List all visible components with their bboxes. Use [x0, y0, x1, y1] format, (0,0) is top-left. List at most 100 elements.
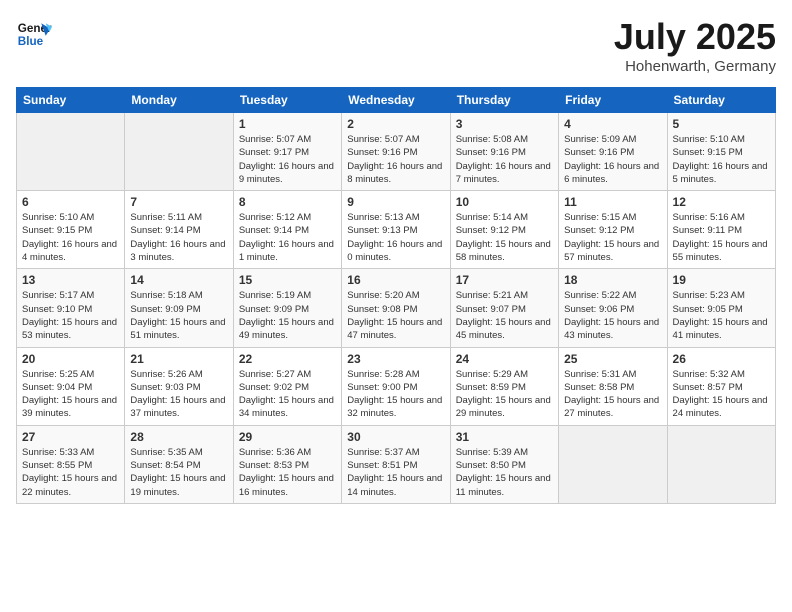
day-info: Sunrise: 5:10 AM Sunset: 9:15 PM Dayligh… — [673, 133, 770, 186]
day-number: 28 — [130, 430, 227, 444]
day-number: 29 — [239, 430, 336, 444]
day-number: 24 — [456, 352, 553, 366]
day-number: 23 — [347, 352, 444, 366]
calendar-cell: 14Sunrise: 5:18 AM Sunset: 9:09 PM Dayli… — [125, 269, 233, 347]
location: Hohenwarth, Germany — [614, 58, 776, 75]
calendar-week-row: 1 Sunrise: 5:07 AM Sunset: 9:17 PM Daylig… — [17, 113, 776, 191]
day-number: 20 — [22, 352, 119, 366]
day-number: 18 — [564, 273, 661, 287]
day-info: Sunrise: 5:13 AM Sunset: 9:13 PM Dayligh… — [347, 211, 444, 264]
calendar-cell: 16 Sunrise: 5:20 AM Sunset: 9:08 PM Dayli… — [342, 269, 450, 347]
day-info: Sunrise: 5:37 AM Sunset: 8:51 PM Dayligh… — [347, 446, 444, 499]
calendar-cell: 12 Sunrise: 5:16 AM Sunset: 9:11 PM Dayli… — [667, 191, 775, 269]
day-info: Sunrise: 5:32 AM Sunset: 8:57 PM Dayligh… — [673, 368, 770, 421]
calendar-cell: 22 Sunrise: 5:27 AM Sunset: 9:02 PM Dayli… — [233, 347, 341, 425]
calendar-cell: 21 Sunrise: 5:26 AM Sunset: 9:03 PM Dayli… — [125, 347, 233, 425]
day-number: 12 — [673, 195, 770, 209]
day-info: Sunrise: 5:22 AM Sunset: 9:06 PM Dayligh… — [564, 289, 661, 342]
calendar-cell: 3Sunrise: 5:08 AM Sunset: 9:16 PM Daylig… — [450, 113, 558, 191]
weekday-header-cell: Thursday — [450, 88, 558, 113]
day-number: 17 — [456, 273, 553, 287]
calendar-cell: 2Sunrise: 5:07 AM Sunset: 9:16 PM Daylig… — [342, 113, 450, 191]
day-info: Sunrise: 5:26 AM Sunset: 9:03 PM Dayligh… — [130, 368, 227, 421]
day-number: 26 — [673, 352, 770, 366]
day-number: 2 — [347, 117, 444, 131]
calendar-body: 1 Sunrise: 5:07 AM Sunset: 9:17 PM Daylig… — [17, 113, 776, 504]
calendar-cell — [17, 113, 125, 191]
calendar-cell: 23Sunrise: 5:28 AM Sunset: 9:00 PM Dayli… — [342, 347, 450, 425]
day-number: 25 — [564, 352, 661, 366]
day-info: Sunrise: 5:18 AM Sunset: 9:09 PM Dayligh… — [130, 289, 227, 342]
day-info: Sunrise: 5:31 AM Sunset: 8:58 PM Dayligh… — [564, 368, 661, 421]
day-number: 4 — [564, 117, 661, 131]
calendar-cell: 11 Sunrise: 5:15 AM Sunset: 9:12 PM Dayli… — [559, 191, 667, 269]
day-number: 30 — [347, 430, 444, 444]
day-number: 27 — [22, 430, 119, 444]
day-info: Sunrise: 5:25 AM Sunset: 9:04 PM Dayligh… — [22, 368, 119, 421]
calendar-week-row: 13Sunrise: 5:17 AM Sunset: 9:10 PM Dayli… — [17, 269, 776, 347]
calendar-cell: 1 Sunrise: 5:07 AM Sunset: 9:17 PM Daylig… — [233, 113, 341, 191]
day-number: 7 — [130, 195, 227, 209]
calendar-cell: 25 Sunrise: 5:31 AM Sunset: 8:58 PM Dayli… — [559, 347, 667, 425]
day-info: Sunrise: 5:35 AM Sunset: 8:54 PM Dayligh… — [130, 446, 227, 499]
weekday-header-cell: Wednesday — [342, 88, 450, 113]
day-info: Sunrise: 5:27 AM Sunset: 9:02 PM Dayligh… — [239, 368, 336, 421]
day-number: 5 — [673, 117, 770, 131]
calendar-cell: 5 Sunrise: 5:10 AM Sunset: 9:15 PM Daylig… — [667, 113, 775, 191]
day-number: 31 — [456, 430, 553, 444]
day-info: Sunrise: 5:39 AM Sunset: 8:50 PM Dayligh… — [456, 446, 553, 499]
day-info: Sunrise: 5:29 AM Sunset: 8:59 PM Dayligh… — [456, 368, 553, 421]
weekday-header-cell: Tuesday — [233, 88, 341, 113]
day-number: 22 — [239, 352, 336, 366]
day-number: 19 — [673, 273, 770, 287]
day-info: Sunrise: 5:16 AM Sunset: 9:11 PM Dayligh… — [673, 211, 770, 264]
calendar-header-row: SundayMondayTuesdayWednesdayThursdayFrid… — [17, 88, 776, 113]
calendar-cell: 8Sunrise: 5:12 AM Sunset: 9:14 PM Daylig… — [233, 191, 341, 269]
calendar-cell: 4 Sunrise: 5:09 AM Sunset: 9:16 PM Daylig… — [559, 113, 667, 191]
weekday-header-cell: Friday — [559, 88, 667, 113]
day-number: 3 — [456, 117, 553, 131]
calendar-table: SundayMondayTuesdayWednesdayThursdayFrid… — [16, 87, 776, 504]
calendar-cell: 6Sunrise: 5:10 AM Sunset: 9:15 PM Daylig… — [17, 191, 125, 269]
calendar-cell — [559, 425, 667, 503]
day-number: 1 — [239, 117, 336, 131]
day-info: Sunrise: 5:21 AM Sunset: 9:07 PM Dayligh… — [456, 289, 553, 342]
day-number: 21 — [130, 352, 227, 366]
day-number: 11 — [564, 195, 661, 209]
logo: General Blue — [16, 16, 52, 52]
day-number: 16 — [347, 273, 444, 287]
day-info: Sunrise: 5:23 AM Sunset: 9:05 PM Dayligh… — [673, 289, 770, 342]
month-title: July 2025 — [614, 16, 776, 58]
day-info: Sunrise: 5:20 AM Sunset: 9:08 PM Dayligh… — [347, 289, 444, 342]
calendar-week-row: 27 Sunrise: 5:33 AM Sunset: 8:55 PM Dayli… — [17, 425, 776, 503]
calendar-cell: 17 Sunrise: 5:21 AM Sunset: 9:07 PM Dayli… — [450, 269, 558, 347]
day-info: Sunrise: 5:09 AM Sunset: 9:16 PM Dayligh… — [564, 133, 661, 186]
day-info: Sunrise: 5:07 AM Sunset: 9:17 PM Dayligh… — [239, 133, 336, 186]
calendar-cell: 27 Sunrise: 5:33 AM Sunset: 8:55 PM Dayli… — [17, 425, 125, 503]
calendar-cell: 18 Sunrise: 5:22 AM Sunset: 9:06 PM Dayli… — [559, 269, 667, 347]
weekday-header-cell: Saturday — [667, 88, 775, 113]
calendar-cell: 7Sunrise: 5:11 AM Sunset: 9:14 PM Daylig… — [125, 191, 233, 269]
calendar-cell: 24 Sunrise: 5:29 AM Sunset: 8:59 PM Dayli… — [450, 347, 558, 425]
calendar-cell: 30 Sunrise: 5:37 AM Sunset: 8:51 PM Dayli… — [342, 425, 450, 503]
calendar-cell: 29 Sunrise: 5:36 AM Sunset: 8:53 PM Dayli… — [233, 425, 341, 503]
weekday-header-cell: Monday — [125, 88, 233, 113]
day-number: 10 — [456, 195, 553, 209]
day-info: Sunrise: 5:36 AM Sunset: 8:53 PM Dayligh… — [239, 446, 336, 499]
day-info: Sunrise: 5:19 AM Sunset: 9:09 PM Dayligh… — [239, 289, 336, 342]
calendar-cell: 31 Sunrise: 5:39 AM Sunset: 8:50 PM Dayli… — [450, 425, 558, 503]
calendar-cell: 28 Sunrise: 5:35 AM Sunset: 8:54 PM Dayli… — [125, 425, 233, 503]
logo-icon: General Blue — [16, 16, 52, 52]
calendar-cell: 20 Sunrise: 5:25 AM Sunset: 9:04 PM Dayli… — [17, 347, 125, 425]
day-number: 8 — [239, 195, 336, 209]
calendar-cell: 13Sunrise: 5:17 AM Sunset: 9:10 PM Dayli… — [17, 269, 125, 347]
day-info: Sunrise: 5:14 AM Sunset: 9:12 PM Dayligh… — [456, 211, 553, 264]
calendar-cell: 9Sunrise: 5:13 AM Sunset: 9:13 PM Daylig… — [342, 191, 450, 269]
calendar-cell: 15Sunrise: 5:19 AM Sunset: 9:09 PM Dayli… — [233, 269, 341, 347]
svg-text:Blue: Blue — [18, 35, 44, 48]
calendar-week-row: 20 Sunrise: 5:25 AM Sunset: 9:04 PM Dayli… — [17, 347, 776, 425]
weekday-header-cell: Sunday — [17, 88, 125, 113]
day-info: Sunrise: 5:33 AM Sunset: 8:55 PM Dayligh… — [22, 446, 119, 499]
day-info: Sunrise: 5:15 AM Sunset: 9:12 PM Dayligh… — [564, 211, 661, 264]
calendar-cell — [667, 425, 775, 503]
